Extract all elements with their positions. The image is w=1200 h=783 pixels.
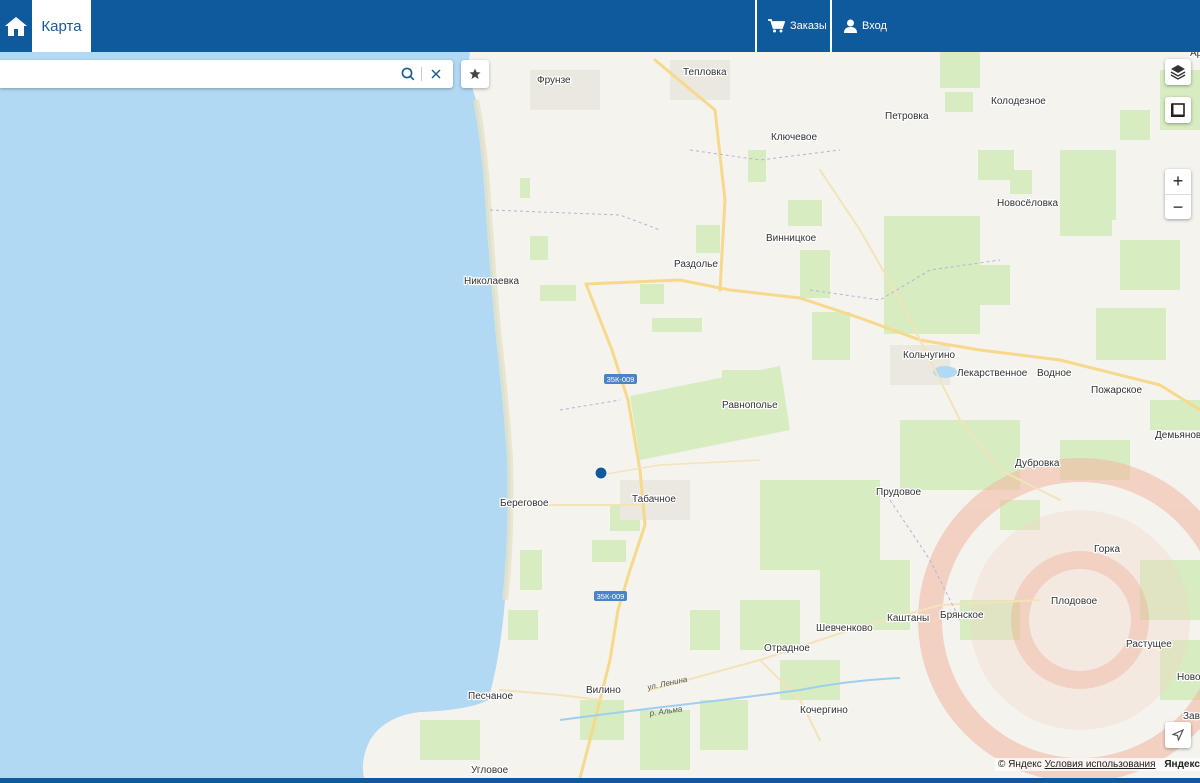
- cart-icon: [768, 19, 785, 33]
- place-label: Каштаны: [887, 613, 929, 624]
- place-label: Ключевое: [771, 132, 817, 143]
- ruler-icon: [1171, 103, 1185, 117]
- place-label: Зав: [1183, 711, 1200, 722]
- road-badge-label: 35К-009: [597, 592, 625, 601]
- place-label: Береговое: [500, 498, 549, 509]
- place-label: Колодезное: [991, 96, 1046, 107]
- minus-icon: −: [1172, 197, 1184, 217]
- orders-label: Заказы: [790, 20, 827, 32]
- sea-area: [0, 52, 511, 778]
- place-label: Раздолье: [674, 259, 718, 270]
- zoom-out-button[interactable]: −: [1165, 195, 1191, 220]
- place-label: Водное: [1037, 368, 1072, 379]
- place-label: Вилино: [586, 685, 621, 696]
- place-label: Фрунзе: [537, 75, 571, 86]
- place-label: Песчаное: [468, 691, 513, 702]
- login-label: Вход: [862, 20, 887, 32]
- place-label: Демьяновка: [1155, 430, 1200, 441]
- place-label: Табачное: [632, 493, 676, 505]
- login-button[interactable]: Вход: [844, 0, 887, 52]
- place-label: Плодовое: [1051, 596, 1098, 607]
- nav-divider: [830, 0, 832, 52]
- road-badge: 35К-009: [604, 374, 637, 384]
- place-label: Прудовое: [876, 487, 921, 498]
- place-label: Горка: [1094, 544, 1120, 555]
- map-canvas[interactable]: 35К-009 35К-009 ул. Ленина р. Альма Фрун…: [0, 52, 1200, 778]
- place-label: Ар: [1190, 52, 1200, 59]
- terms-link[interactable]: Условия использования: [1045, 759, 1156, 770]
- place-label: Растущее: [1126, 639, 1172, 650]
- search-input[interactable]: [6, 64, 390, 86]
- navigation-arrow-icon: [1172, 729, 1184, 741]
- road-badge: 35К-009: [594, 591, 627, 601]
- star-icon: [469, 68, 481, 79]
- home-icon: [5, 17, 27, 36]
- place-label: Дубровка: [1015, 457, 1060, 469]
- place-label: Ново: [1177, 672, 1200, 683]
- favorites-button[interactable]: [461, 60, 489, 88]
- place-label: Петровка: [885, 111, 929, 122]
- road-badge-label: 35К-009: [607, 375, 635, 384]
- place-label: Лекарственное: [957, 368, 1028, 379]
- search-bar: [0, 60, 453, 88]
- layers-icon: [1170, 65, 1186, 80]
- place-label: Новосёловка: [997, 198, 1059, 209]
- nav-divider: [755, 0, 757, 52]
- place-label: Угловое: [471, 765, 509, 776]
- copyright-text: © Яндекс: [998, 759, 1042, 770]
- home-button[interactable]: [0, 0, 32, 52]
- map-tiles: 35К-009 35К-009 ул. Ленина р. Альма Фрун…: [0, 52, 1200, 778]
- zoom-in-button[interactable]: +: [1165, 169, 1191, 195]
- top-navigation-bar: Карта Заказы Вход: [0, 0, 1200, 52]
- place-label: Равнополье: [722, 400, 778, 411]
- plus-icon: +: [1172, 171, 1184, 191]
- zoom-control: + −: [1165, 169, 1191, 219]
- location-marker: [594, 466, 608, 480]
- place-label: Шевченково: [816, 623, 873, 634]
- search-divider: [421, 67, 422, 81]
- search-icon[interactable]: [401, 67, 415, 81]
- place-label: Винницкое: [766, 233, 817, 244]
- map-copyright: © Яндекс Условия использования Яндекс: [995, 758, 1200, 771]
- layers-button[interactable]: [1165, 59, 1191, 85]
- geolocation-button[interactable]: [1165, 722, 1191, 748]
- yandex-logo[interactable]: Яндекс: [1164, 759, 1200, 770]
- place-label: Отрадное: [764, 643, 810, 654]
- bottom-bar: [0, 778, 1200, 783]
- place-label: Кочергино: [800, 705, 848, 716]
- ruler-button[interactable]: [1165, 97, 1191, 123]
- clear-icon[interactable]: [431, 69, 441, 79]
- place-label: Пожарское: [1091, 385, 1142, 396]
- tab-map[interactable]: Карта: [32, 0, 91, 52]
- user-icon: [844, 19, 857, 33]
- place-label: Кольчугино: [903, 350, 956, 361]
- place-label: Николаевка: [464, 276, 520, 287]
- place-label: Брянское: [940, 610, 984, 621]
- place-label: Тепловка: [683, 67, 727, 78]
- orders-button[interactable]: Заказы: [768, 0, 827, 52]
